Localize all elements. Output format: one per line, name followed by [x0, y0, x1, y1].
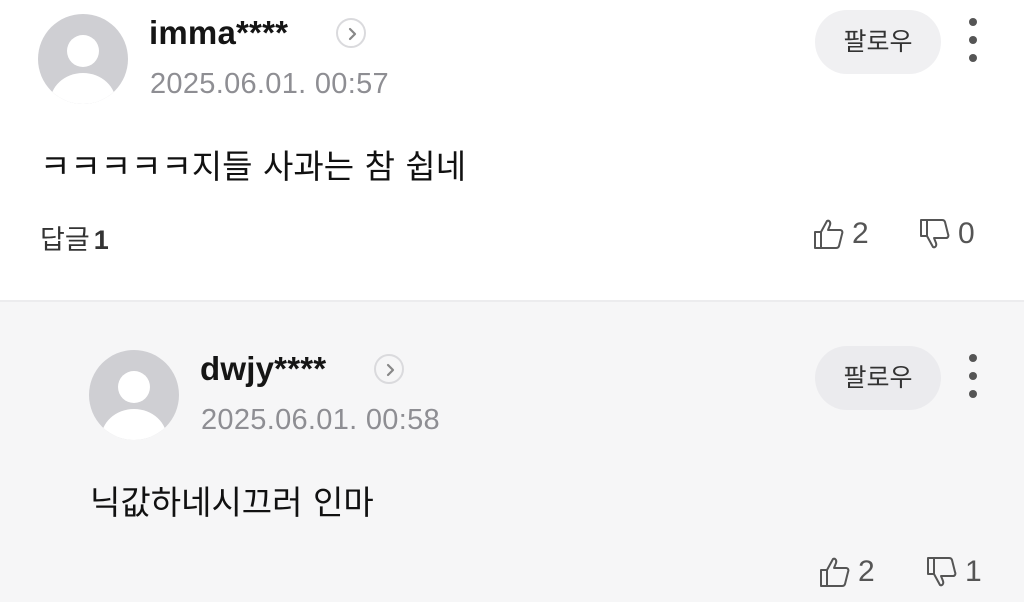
- avatar[interactable]: [38, 14, 128, 104]
- dislike-button[interactable]: 0: [918, 214, 975, 254]
- thumbs-down-icon: [927, 557, 957, 587]
- thumbs-up-icon: [820, 557, 850, 587]
- reply-item: dwjy**** 2025.06.01. 00:58 팔로우 닉값하네시끄러 인…: [0, 300, 1024, 602]
- vertical-dots-icon[interactable]: [966, 18, 980, 62]
- dislike-button[interactable]: 1: [925, 552, 982, 592]
- like-button[interactable]: 2: [812, 214, 869, 254]
- like-count: 2: [858, 555, 875, 588]
- comment-text: 닉값하네시끄러 인마: [90, 483, 374, 522]
- dislike-count: 0: [958, 217, 975, 250]
- username[interactable]: imma****: [149, 14, 288, 52]
- dislike-count: 1: [965, 555, 982, 588]
- avatar-body-shape: [50, 73, 116, 104]
- chevron-right-icon[interactable]: [336, 18, 366, 48]
- comment-timestamp: 2025.06.01. 00:58: [201, 404, 440, 436]
- follow-button[interactable]: 팔로우: [815, 10, 941, 74]
- avatar-head-shape: [118, 371, 150, 403]
- comment-timestamp: 2025.06.01. 00:57: [150, 68, 389, 100]
- like-count: 2: [852, 217, 869, 250]
- like-button[interactable]: 2: [818, 552, 875, 592]
- reply-label: 답글: [40, 225, 90, 256]
- comment-item: imma**** 2025.06.01. 00:57 팔로우 ㅋㅋㅋㅋㅋ지들 사…: [0, 0, 1024, 300]
- comment-text: ㅋㅋㅋㅋㅋ지들 사과는 참 쉽네: [40, 147, 467, 186]
- avatar[interactable]: [89, 350, 179, 440]
- thumbs-down-icon: [920, 219, 950, 249]
- follow-button[interactable]: 팔로우: [815, 346, 941, 410]
- reply-count: 1: [93, 225, 109, 255]
- avatar-body-shape: [101, 409, 167, 440]
- thumbs-up-icon: [814, 219, 844, 249]
- vertical-dots-icon[interactable]: [966, 354, 980, 398]
- avatar-head-shape: [67, 35, 99, 67]
- chevron-right-icon[interactable]: [374, 354, 404, 384]
- reply-button[interactable]: 답글 1: [40, 218, 109, 257]
- username[interactable]: dwjy****: [200, 350, 326, 388]
